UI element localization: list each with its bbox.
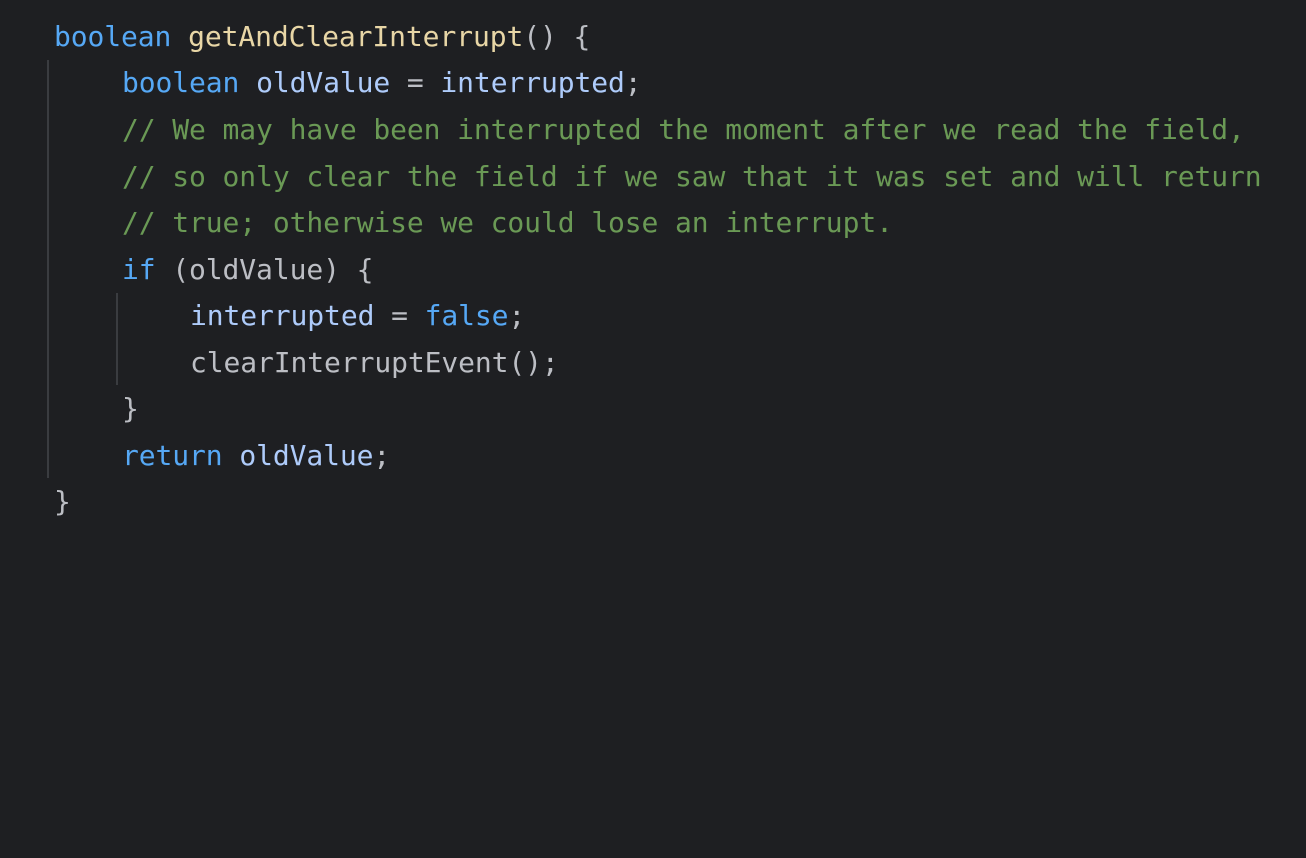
comment-line-3: // true; otherwise we could lose an inte… <box>122 206 893 239</box>
punctuation: () { <box>523 20 591 53</box>
code-line-assign: interrupted = false; <box>190 293 525 340</box>
keyword: return <box>122 439 223 472</box>
condition: (oldValue) { <box>155 253 374 286</box>
method-name: getAndClearInterrupt <box>188 20 524 53</box>
comment-line-2: // so only clear the field if we saw tha… <box>122 160 1262 193</box>
indent-guide-inner <box>116 293 118 385</box>
keyword: if <box>122 253 156 286</box>
variable: oldValue <box>239 439 374 472</box>
keyword: boolean <box>54 20 172 53</box>
literal: false <box>424 299 509 332</box>
code-editor[interactable]: boolean getAndClearInterrupt() { boolean… <box>0 0 1306 541</box>
variable: oldValue <box>256 66 391 99</box>
code-line-1: boolean getAndClearInterrupt() { <box>54 14 590 61</box>
code-line-return: return oldValue; <box>122 433 390 480</box>
keyword: boolean <box>122 66 240 99</box>
semicolon: ; <box>508 299 526 332</box>
semicolon: ; <box>624 66 642 99</box>
code-line-if: if (oldValue) { <box>122 247 373 294</box>
operator: = <box>374 299 425 332</box>
closing-brace-if: } <box>122 392 139 425</box>
comment-line-1: // We may have been interrupted the mome… <box>122 113 1245 146</box>
indent-guide-outer <box>47 60 49 478</box>
closing-brace-method: } <box>54 485 71 518</box>
code-line-2: boolean oldValue = interrupted; <box>122 60 642 107</box>
semicolon: ; <box>373 439 391 472</box>
field-reference: interrupted <box>190 299 375 332</box>
code-line-call: clearInterruptEvent(); <box>190 346 559 379</box>
field-reference: interrupted <box>440 66 625 99</box>
operator: = <box>390 66 441 99</box>
